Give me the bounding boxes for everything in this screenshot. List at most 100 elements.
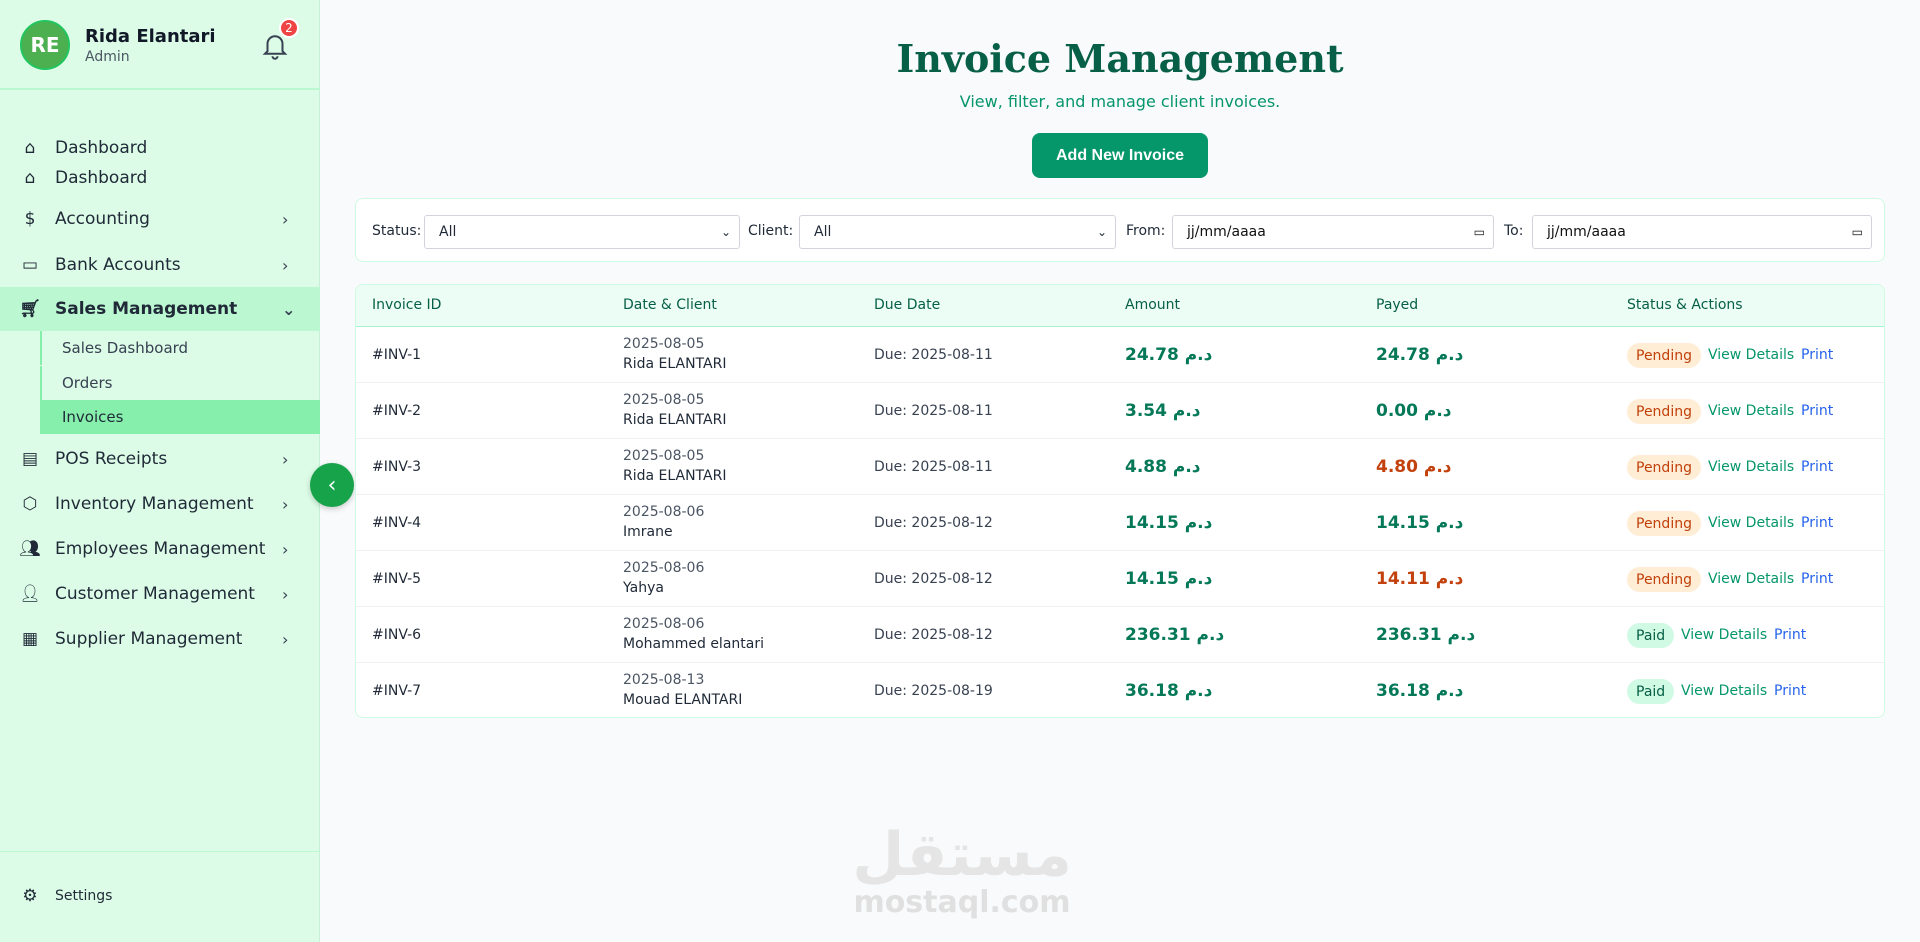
sidebar-item-label: Customer Management bbox=[55, 584, 255, 604]
chevron-right-icon: › bbox=[282, 539, 289, 559]
column-header: Date & Client bbox=[623, 297, 717, 313]
from-placeholder: jj/mm/aaaa bbox=[1187, 224, 1266, 240]
payed-amount: 36.18 د.م bbox=[1376, 681, 1464, 701]
box-icon: ⬡ bbox=[22, 494, 38, 514]
invoice-id: #INV-5 bbox=[372, 571, 422, 587]
print-link[interactable]: Print bbox=[1801, 515, 1833, 531]
status-badge: Paid bbox=[1627, 623, 1675, 648]
view-details-link[interactable]: View Details bbox=[1708, 459, 1794, 475]
invoice-date: 2025-08-06 bbox=[623, 504, 705, 520]
invoice-id: #INV-1 bbox=[372, 347, 422, 363]
amount: 14.15 د.م bbox=[1125, 569, 1213, 589]
sidebar-item-label: Inventory Management bbox=[55, 494, 254, 514]
chevron-down-icon: ⌄ bbox=[720, 225, 731, 239]
receipt-icon: ▤ bbox=[21, 449, 39, 469]
add-new-invoice-button[interactable]: Add New Invoice bbox=[1032, 133, 1208, 178]
filters-bar: Status: All ⌄ Client: All ⌄ From: jj/mm/aa… bbox=[355, 198, 1885, 262]
column-header: Payed bbox=[1376, 297, 1419, 313]
print-link[interactable]: Print bbox=[1801, 459, 1833, 475]
sidebar-item-pos-receipts[interactable]: ▤ POS Receipts › bbox=[0, 444, 320, 474]
sidebar-item-inventory-management[interactable]: ⬡ Inventory Management › bbox=[0, 489, 320, 519]
view-details-link[interactable]: View Details bbox=[1708, 515, 1794, 531]
invoices-table: Invoice ID Date & Client Due Date Amount Pay… bbox=[355, 284, 1885, 718]
sidebar-item-customer-management[interactable]: 👤︎ Customer Management › bbox=[0, 579, 320, 609]
calendar-icon[interactable]: ▭ bbox=[1474, 225, 1485, 239]
sidebar-item-label: Sales Management bbox=[55, 299, 238, 319]
payed-amount: 24.78 د.م bbox=[1376, 345, 1464, 365]
print-link[interactable]: Print bbox=[1801, 347, 1833, 363]
sidebar-item-label: POS Receipts bbox=[55, 449, 168, 469]
sidebar-item-dashboard[interactable]: ⌂ Dashboard bbox=[0, 133, 320, 163]
sidebar-item-settings[interactable]: ⚙ Settings bbox=[0, 881, 320, 911]
view-details-link[interactable]: View Details bbox=[1708, 403, 1794, 419]
print-link[interactable]: Print bbox=[1774, 627, 1806, 643]
payed-amount: 236.31 د.م bbox=[1376, 625, 1476, 645]
user-name: Rida Elantari bbox=[85, 26, 216, 47]
sidebar-subitem-sales-dashboard[interactable]: Sales Dashboard bbox=[40, 331, 320, 365]
sidebar-item-accounting[interactable]: $ Accounting › bbox=[0, 204, 320, 234]
client-name: Imrane bbox=[623, 524, 673, 540]
view-details-link[interactable]: View Details bbox=[1708, 347, 1794, 363]
to-date-input[interactable]: jj/mm/aaaa ▭ bbox=[1532, 215, 1872, 249]
home-icon: ⌂ bbox=[24, 138, 36, 158]
watermark-logo: مستقل bbox=[852, 820, 1072, 890]
chevron-right-icon: › bbox=[282, 449, 289, 469]
table-row: #INV-1 2025-08-05 Rida ELANTARI Due: 202… bbox=[356, 327, 1884, 383]
due-date: Due: 2025-08-11 bbox=[874, 347, 993, 363]
user-profile: RE Rida Elantari Admin 2 bbox=[0, 0, 320, 90]
users-icon: 👥︎ bbox=[19, 539, 41, 559]
status-value: All bbox=[439, 224, 457, 240]
to-placeholder: jj/mm/aaaa bbox=[1547, 224, 1626, 240]
sidebar-item-dashboard[interactable]: ⌂ Dashboard bbox=[0, 163, 320, 193]
chevron-down-icon: ⌄ bbox=[1096, 225, 1107, 239]
table-row: #INV-7 2025-08-13 Mouad ELANTARI Due: 20… bbox=[356, 663, 1884, 717]
from-label: From: bbox=[1126, 223, 1166, 239]
sidebar-item-sales-management[interactable]: 🛒︎ Sales Management ⌄ bbox=[0, 287, 320, 331]
invoice-date: 2025-08-13 bbox=[623, 672, 705, 688]
due-date: Due: 2025-08-19 bbox=[874, 683, 993, 699]
status-select[interactable]: All ⌄ bbox=[424, 215, 740, 249]
watermark-text: mostaql.com bbox=[853, 885, 1071, 920]
invoice-date: 2025-08-06 bbox=[623, 560, 705, 576]
print-link[interactable]: Print bbox=[1801, 571, 1833, 587]
status-badge: Pending bbox=[1627, 399, 1701, 424]
sidebar-item-employees-management[interactable]: 👥︎ Employees Management › bbox=[0, 534, 320, 564]
status-badge: Pending bbox=[1627, 567, 1701, 592]
collapse-sidebar-button[interactable]: ‹ bbox=[310, 463, 354, 507]
status-badge: Pending bbox=[1627, 511, 1701, 536]
chevron-right-icon: › bbox=[282, 494, 289, 514]
client-label: Client: bbox=[748, 223, 794, 239]
view-details-link[interactable]: View Details bbox=[1708, 571, 1794, 587]
invoice-date: 2025-08-05 bbox=[623, 392, 705, 408]
view-details-link[interactable]: View Details bbox=[1681, 627, 1767, 643]
view-details-link[interactable]: View Details bbox=[1681, 683, 1767, 699]
client-select[interactable]: All ⌄ bbox=[799, 215, 1116, 249]
invoice-id: #INV-2 bbox=[372, 403, 422, 419]
calendar-icon[interactable]: ▭ bbox=[1852, 225, 1863, 239]
invoice-id: #INV-7 bbox=[372, 683, 422, 699]
sidebar-subitem-invoices[interactable]: Invoices bbox=[40, 400, 320, 434]
chevron-left-icon: ‹ bbox=[327, 472, 337, 498]
chevron-right-icon: › bbox=[282, 255, 289, 275]
gear-icon: ⚙ bbox=[22, 886, 38, 906]
sidebar-item-label: Supplier Management bbox=[55, 629, 243, 649]
sidebar-item-bank-accounts[interactable]: ▭ Bank Accounts › bbox=[0, 250, 320, 280]
amount: 236.31 د.م bbox=[1125, 625, 1225, 645]
status-badge: Pending bbox=[1627, 455, 1701, 480]
sidebar-subitem-label: Invoices bbox=[62, 408, 124, 426]
client-name: Yahya bbox=[623, 580, 664, 596]
from-date-input[interactable]: jj/mm/aaaa ▭ bbox=[1172, 215, 1494, 249]
due-date: Due: 2025-08-12 bbox=[874, 515, 993, 531]
invoice-date: 2025-08-05 bbox=[623, 336, 705, 352]
table-row: #INV-4 2025-08-06 Imrane Due: 2025-08-12… bbox=[356, 495, 1884, 551]
invoice-id: #INV-6 bbox=[372, 627, 422, 643]
sidebar-item-supplier-management[interactable]: ▦ Supplier Management › bbox=[0, 624, 320, 654]
amount: 14.15 د.م bbox=[1125, 513, 1213, 533]
print-link[interactable]: Print bbox=[1774, 683, 1806, 699]
invoice-id: #INV-3 bbox=[372, 459, 422, 475]
sidebar-subitem-orders[interactable]: Orders bbox=[40, 366, 320, 400]
print-link[interactable]: Print bbox=[1801, 403, 1833, 419]
cart-icon: 🛒︎ bbox=[19, 299, 41, 319]
divider bbox=[0, 851, 320, 852]
table-header: Invoice ID Date & Client Due Date Amount Pay… bbox=[356, 285, 1884, 327]
